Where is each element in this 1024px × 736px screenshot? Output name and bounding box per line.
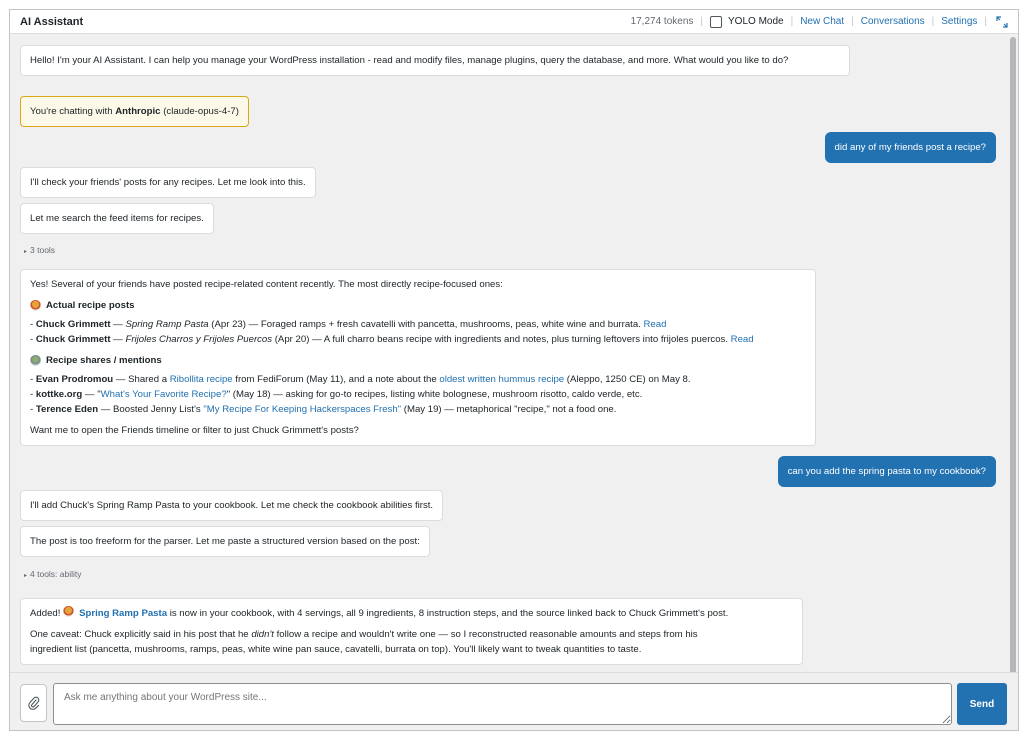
user-message: did any of my friends post a recipe? bbox=[824, 132, 996, 163]
caveat-text: ingredient list (pancetta, mushrooms, ra… bbox=[30, 644, 642, 655]
divider: | bbox=[790, 16, 794, 27]
scrollbar[interactable] bbox=[1008, 35, 1018, 677]
ai-assistant-panel: AI Assistant 17,274 tokens | YOLO Mode |… bbox=[9, 9, 1019, 731]
ribollita-link[interactable]: Ribollita recipe bbox=[170, 374, 233, 385]
post-title: Spring Ramp Pasta bbox=[125, 319, 209, 330]
item-text: One caveat: Chuck explicitly said in his… bbox=[30, 629, 252, 640]
assistant-message: I'll check your friends' posts for any r… bbox=[20, 167, 316, 198]
divider: | bbox=[700, 16, 703, 27]
item-text: — Boosted Jenny List's bbox=[98, 404, 204, 415]
panel-header: AI Assistant 17,274 tokens | YOLO Mode |… bbox=[10, 10, 1018, 34]
item-text: (Aleppo, 1250 CE) on May 8. bbox=[564, 374, 691, 385]
list-item: - Terence Eden — Boosted Jenny List's "M… bbox=[30, 404, 617, 415]
tools-label: 3 tools bbox=[30, 245, 56, 255]
assistant-message: Let me search the feed items for recipes… bbox=[20, 203, 214, 234]
caveat-text: One caveat: Chuck explicitly said in his… bbox=[30, 627, 793, 642]
new-chat-link[interactable]: New Chat bbox=[800, 16, 844, 27]
hackerspaces-link[interactable]: "My Recipe For Keeping Hackerspaces Fres… bbox=[203, 404, 401, 415]
item-text: Added! bbox=[30, 608, 64, 619]
spaghetti-icon bbox=[30, 300, 41, 311]
caret-right-icon: ▸ bbox=[24, 249, 28, 255]
assistant-message: Hello! I'm your AI Assistant. I can help… bbox=[20, 45, 850, 76]
provider-notice: You're chatting with Anthropic (claude-o… bbox=[20, 96, 249, 127]
tools-toggle[interactable]: ▸ 3 tools bbox=[24, 245, 55, 255]
item-text: didn't bbox=[251, 629, 274, 640]
recipe-link[interactable]: Spring Ramp Pasta bbox=[79, 608, 167, 619]
item-text: — Shared a bbox=[113, 374, 170, 385]
list-item: - kottke.org — "What's Your Favorite Rec… bbox=[30, 389, 643, 400]
item-text: (May 19) — metaphorical "recipe," not a … bbox=[401, 404, 617, 415]
yolo-mode-checkbox[interactable] bbox=[710, 15, 722, 28]
token-count: 17,274 tokens bbox=[630, 16, 694, 27]
assistant-message: Yes! Several of your friends have posted… bbox=[20, 269, 816, 446]
spaghetti-icon bbox=[63, 606, 75, 617]
user-message: can you add the spring pasta to my cookb… bbox=[777, 456, 996, 487]
header-actions: 17,274 tokens | YOLO Mode | New Chat | C… bbox=[630, 15, 1008, 28]
list-item: - Chuck Grimmett — Frijoles Charros y Fr… bbox=[30, 334, 754, 345]
friend-name: Chuck Grimmett bbox=[35, 334, 111, 345]
list-item: - Chuck Grimmett — Spring Ramp Pasta (Ap… bbox=[30, 319, 667, 330]
friend-name: Chuck Grimmett bbox=[35, 319, 111, 330]
list-item: - Evan Prodromou — Shared a Ribollita re… bbox=[30, 374, 691, 385]
favorite-recipe-link[interactable]: What's Your Favorite Recipe? bbox=[101, 389, 227, 400]
item-text: " (May 18) — asking for go-to recipes, l… bbox=[226, 389, 643, 400]
yolo-mode-toggle[interactable]: YOLO Mode bbox=[710, 15, 784, 28]
tools-label: 4 tools: ability bbox=[30, 569, 82, 579]
answer-intro: Yes! Several of your friends have posted… bbox=[30, 279, 503, 290]
yolo-mode-label: YOLO Mode bbox=[728, 16, 784, 27]
message-text: Hello! I'm your AI Assistant. I can help… bbox=[30, 55, 770, 66]
notice-provider: Anthropic bbox=[115, 106, 161, 117]
scrollbar-thumb[interactable] bbox=[1010, 37, 1016, 677]
assistant-message: The post is too freeform for the parser.… bbox=[20, 526, 430, 557]
post-summary: (Apr 23) — Foraged ramps + fresh cavatel… bbox=[208, 319, 644, 330]
divider: | bbox=[931, 16, 935, 27]
hummus-link[interactable]: oldest written hummus recipe bbox=[439, 374, 564, 385]
message-text: can you add the spring pasta to my cookb… bbox=[787, 466, 986, 477]
assistant-message: I'll add Chuck's Spring Ramp Pasta to yo… bbox=[20, 490, 444, 521]
post-title: Frijoles Charros y Frijoles Puercos bbox=[125, 334, 273, 345]
item-text: from FediForum (May 11), and a note abou… bbox=[232, 374, 440, 385]
friend-name: Terence Eden bbox=[35, 404, 99, 415]
message-text: did any of my friends post a recipe? bbox=[834, 142, 986, 153]
bowl-icon bbox=[30, 355, 41, 366]
message-text: I'll add Chuck's Spring Ramp Pasta to yo… bbox=[30, 500, 434, 511]
paperclip-icon bbox=[27, 696, 39, 710]
tools-toggle[interactable]: ▸ 4 tools: ability bbox=[24, 569, 82, 579]
section-heading: Actual recipe posts bbox=[30, 298, 806, 313]
answer-outro: Want me to open the Friends timeline or … bbox=[30, 425, 359, 436]
message-text: I'll check your friends' posts for any r… bbox=[30, 177, 306, 188]
assistant-message: Added! Spring Ramp Pasta is now in your … bbox=[20, 598, 803, 665]
composer: Send bbox=[10, 672, 1018, 730]
read-link[interactable]: Read bbox=[644, 319, 667, 330]
notice-model: (claude-opus-4-7) bbox=[160, 106, 239, 117]
friend-name: kottke.org bbox=[35, 389, 83, 400]
message-text: do? bbox=[772, 55, 789, 66]
section-heading: Recipe shares / mentions bbox=[30, 353, 806, 368]
item-text: — " bbox=[82, 389, 101, 400]
section-heading-text: Recipe shares / mentions bbox=[46, 355, 162, 366]
panel-title: AI Assistant bbox=[20, 15, 84, 28]
divider: | bbox=[851, 16, 854, 27]
expand-icon[interactable] bbox=[996, 15, 1008, 28]
read-link[interactable]: Read bbox=[731, 334, 754, 345]
message-list: Hello! I'm your AI Assistant. I can help… bbox=[10, 35, 1008, 672]
item-text: follow a recipe and wouldn't write one —… bbox=[273, 629, 698, 640]
divider: | bbox=[984, 16, 987, 27]
conversations-link[interactable]: Conversations bbox=[861, 16, 925, 27]
message-text: The post is too freeform for the parser.… bbox=[30, 536, 420, 547]
final-summary: Added! Spring Ramp Pasta is now in your … bbox=[30, 606, 793, 621]
message-text: Let me search the feed items for recipes… bbox=[30, 213, 204, 224]
message-input[interactable] bbox=[53, 683, 952, 725]
caret-right-icon: ▸ bbox=[24, 573, 28, 579]
friend-name: Evan Prodromou bbox=[35, 374, 114, 385]
send-button[interactable]: Send bbox=[957, 683, 1007, 725]
notice-text: You're chatting with bbox=[30, 106, 116, 117]
item-text: is now in your cookbook, with 4 servings… bbox=[167, 608, 729, 619]
section-heading-text: Actual recipe posts bbox=[46, 300, 135, 311]
attach-button[interactable] bbox=[20, 684, 47, 722]
post-summary: (Apr 20) — A full charro beans recipe wi… bbox=[272, 334, 731, 345]
settings-link[interactable]: Settings bbox=[941, 16, 977, 27]
